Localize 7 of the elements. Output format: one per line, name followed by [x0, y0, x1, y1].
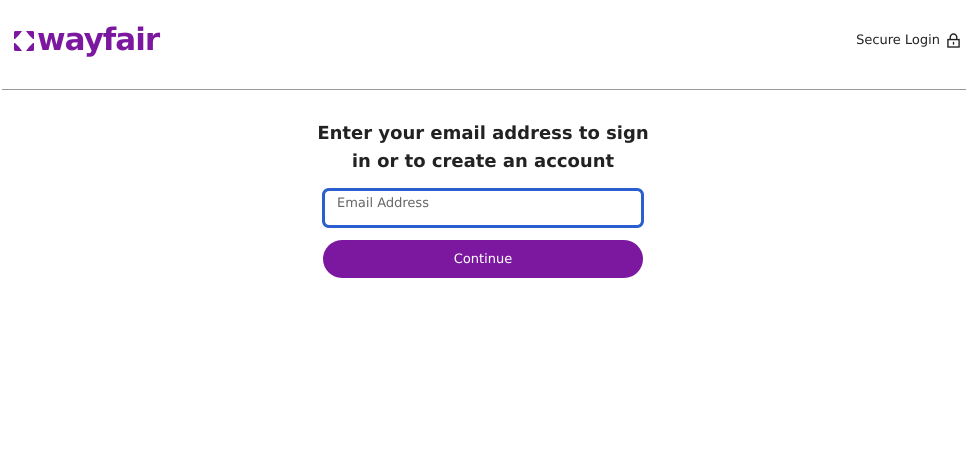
- continue-button[interactable]: Continue: [323, 240, 643, 278]
- email-field[interactable]: Email Address: [323, 189, 643, 227]
- pinwheel-icon: [12, 28, 36, 52]
- secure-login-text: Secure Login: [856, 33, 940, 48]
- wordmark[interactable]: wayfair: [37, 25, 160, 56]
- heading: Enter your email address to sign in or to create an account: [316, 122, 650, 174]
- lock-icon: [947, 33, 960, 48]
